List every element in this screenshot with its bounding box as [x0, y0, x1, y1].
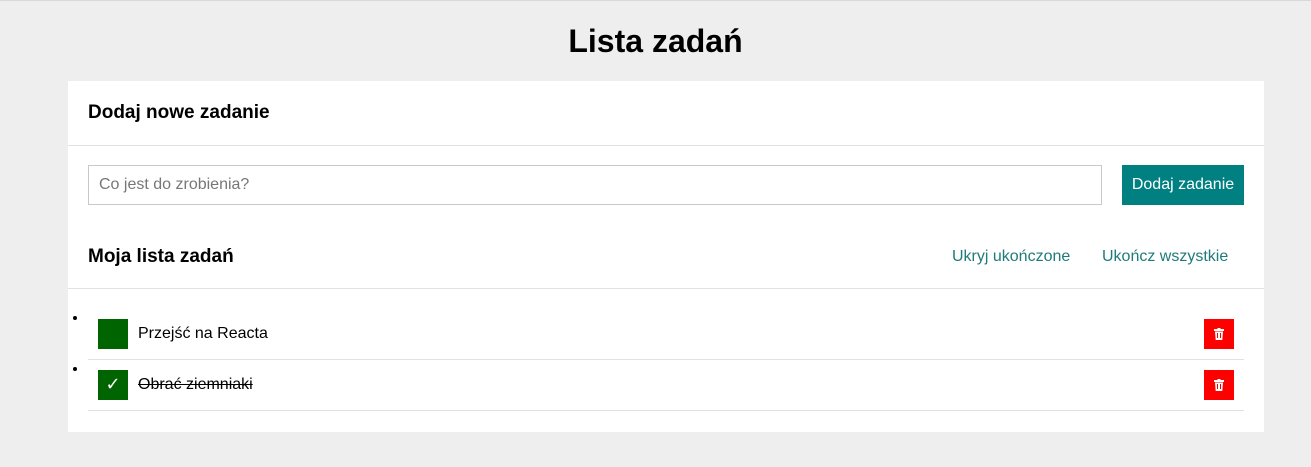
- new-task-input[interactable]: [88, 165, 1102, 205]
- list-section-heading: Moja lista zadań: [88, 246, 234, 267]
- task-card: Dodaj nowe zadanie Dodaj zadanie Moja li…: [68, 81, 1264, 432]
- add-task-button[interactable]: Dodaj zadanie: [1122, 165, 1244, 205]
- task-text: Obrać ziemniaki: [138, 376, 253, 393]
- divider: [68, 145, 1264, 146]
- hide-done-button[interactable]: Ukryj ukończone: [952, 245, 1070, 269]
- task-item: ✓ Obrać ziemniaki: [88, 360, 1244, 411]
- task-item: Przejść na Reacta: [88, 309, 1244, 360]
- complete-all-button[interactable]: Ukończ wszystkie: [1102, 245, 1228, 269]
- trash-icon: [1214, 328, 1224, 340]
- trash-icon: [1214, 379, 1224, 391]
- divider: [68, 288, 1264, 289]
- add-section-heading: Dodaj nowe zadanie: [88, 102, 270, 123]
- task-list: Przejść na Reacta ✓ Obrać ziemniaki: [88, 309, 1244, 411]
- toggle-done-button[interactable]: ✓: [98, 370, 128, 400]
- page-title: Lista zadań: [568, 23, 743, 59]
- task-text: Przejść na Reacta: [138, 325, 268, 342]
- check-icon: ✓: [105, 374, 121, 395]
- delete-task-button[interactable]: [1204, 370, 1234, 400]
- toggle-done-button[interactable]: [98, 319, 128, 349]
- delete-task-button[interactable]: [1204, 319, 1234, 349]
